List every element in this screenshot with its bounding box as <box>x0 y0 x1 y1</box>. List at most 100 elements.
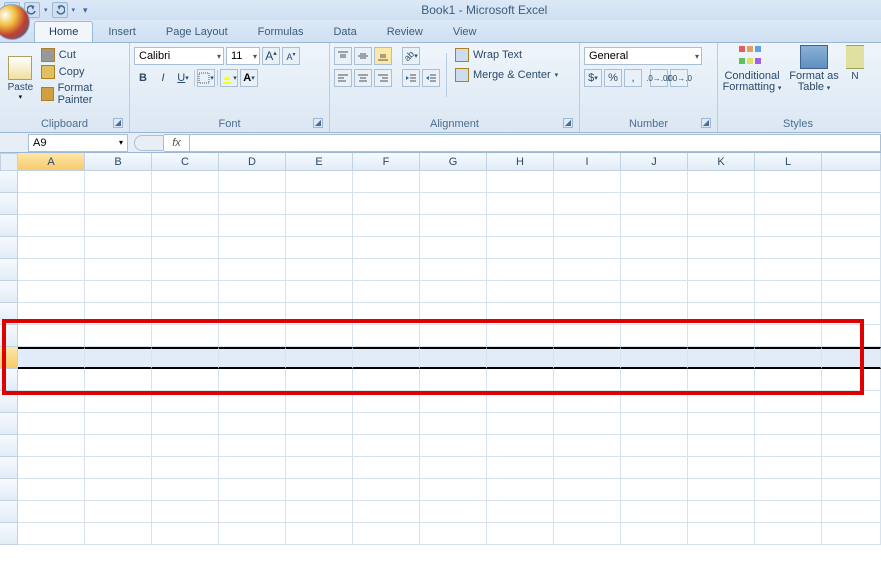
cell[interactable] <box>688 457 755 479</box>
tab-formulas[interactable]: Formulas <box>243 21 319 42</box>
align-bottom-button[interactable] <box>374 47 392 65</box>
cell[interactable] <box>755 347 822 369</box>
cell[interactable] <box>152 435 219 457</box>
cell[interactable] <box>286 215 353 237</box>
cell[interactable] <box>420 237 487 259</box>
cell[interactable] <box>822 391 881 413</box>
grow-font-button[interactable]: A▴ <box>262 47 280 65</box>
row-header-17[interactable] <box>0 523 18 545</box>
cell[interactable] <box>487 369 554 391</box>
tab-page-layout[interactable]: Page Layout <box>151 21 243 42</box>
cell[interactable] <box>688 501 755 523</box>
cell[interactable] <box>420 435 487 457</box>
cell[interactable] <box>286 501 353 523</box>
row-header-6[interactable] <box>0 281 18 303</box>
cell[interactable] <box>353 215 420 237</box>
cell[interactable] <box>353 479 420 501</box>
cell[interactable] <box>822 215 881 237</box>
cell[interactable] <box>219 479 286 501</box>
cell[interactable] <box>822 281 881 303</box>
cell[interactable] <box>487 171 554 193</box>
cell[interactable] <box>554 171 621 193</box>
cell[interactable] <box>219 369 286 391</box>
cell[interactable] <box>353 281 420 303</box>
cell[interactable] <box>487 523 554 545</box>
cell[interactable] <box>18 193 85 215</box>
cell[interactable] <box>688 523 755 545</box>
cell[interactable] <box>621 215 688 237</box>
column-header-I[interactable]: I <box>554 153 621 171</box>
column-header-G[interactable]: G <box>420 153 487 171</box>
cell[interactable] <box>152 391 219 413</box>
cell[interactable] <box>353 303 420 325</box>
clipboard-dialog-launcher[interactable]: ◢ <box>113 118 123 128</box>
cell[interactable] <box>554 193 621 215</box>
cell[interactable] <box>822 171 881 193</box>
column-header-A[interactable]: A <box>18 153 85 171</box>
cell[interactable] <box>621 347 688 369</box>
font-dialog-launcher[interactable]: ◢ <box>313 118 323 128</box>
cell[interactable] <box>420 281 487 303</box>
cell[interactable] <box>18 259 85 281</box>
cell[interactable] <box>219 457 286 479</box>
cell[interactable] <box>822 369 881 391</box>
row-header-1[interactable] <box>0 171 18 193</box>
cell[interactable] <box>621 435 688 457</box>
cell[interactable] <box>18 457 85 479</box>
cell[interactable] <box>487 259 554 281</box>
cell[interactable] <box>85 171 152 193</box>
name-box[interactable]: A9 ▾ <box>28 134 128 152</box>
cell[interactable] <box>554 215 621 237</box>
cell[interactable] <box>420 501 487 523</box>
wrap-text-button[interactable]: Wrap Text <box>453 47 560 63</box>
cell[interactable] <box>487 457 554 479</box>
column-header-overflow[interactable] <box>822 153 881 171</box>
cell[interactable] <box>621 281 688 303</box>
cell[interactable] <box>487 347 554 369</box>
cell[interactable] <box>822 413 881 435</box>
cell[interactable] <box>755 171 822 193</box>
cell[interactable] <box>85 325 152 347</box>
cell[interactable] <box>621 171 688 193</box>
cell[interactable] <box>219 391 286 413</box>
row-header-12[interactable] <box>0 413 18 435</box>
cell[interactable] <box>353 193 420 215</box>
percent-button[interactable]: % <box>604 69 622 87</box>
cell[interactable] <box>219 281 286 303</box>
cell[interactable] <box>688 347 755 369</box>
cell[interactable] <box>487 435 554 457</box>
cell[interactable] <box>219 435 286 457</box>
cell[interactable] <box>18 413 85 435</box>
cell[interactable] <box>219 325 286 347</box>
cell[interactable] <box>822 303 881 325</box>
cell[interactable] <box>152 325 219 347</box>
cell[interactable] <box>755 325 822 347</box>
decrease-indent-button[interactable] <box>402 69 420 87</box>
cell[interactable] <box>85 237 152 259</box>
cell[interactable] <box>152 193 219 215</box>
alignment-dialog-launcher[interactable]: ◢ <box>563 118 573 128</box>
cell[interactable] <box>487 391 554 413</box>
undo-dropdown[interactable]: ▾ <box>44 6 48 14</box>
comma-button[interactable]: , <box>624 69 642 87</box>
cell[interactable] <box>353 523 420 545</box>
cell[interactable] <box>85 259 152 281</box>
cell[interactable] <box>755 369 822 391</box>
cell[interactable] <box>822 325 881 347</box>
cell[interactable] <box>420 523 487 545</box>
cell[interactable] <box>822 457 881 479</box>
cell[interactable] <box>487 215 554 237</box>
cell[interactable] <box>554 435 621 457</box>
currency-button[interactable]: $▾ <box>584 69 602 87</box>
cell[interactable] <box>554 523 621 545</box>
cell[interactable] <box>152 215 219 237</box>
cell[interactable] <box>353 391 420 413</box>
cell[interactable] <box>621 523 688 545</box>
cell[interactable] <box>219 413 286 435</box>
redo-button[interactable] <box>52 2 68 18</box>
cell[interactable] <box>621 193 688 215</box>
orientation-button[interactable]: ab▾ <box>402 47 420 65</box>
cell[interactable] <box>85 369 152 391</box>
cell[interactable] <box>85 281 152 303</box>
cell[interactable] <box>152 237 219 259</box>
